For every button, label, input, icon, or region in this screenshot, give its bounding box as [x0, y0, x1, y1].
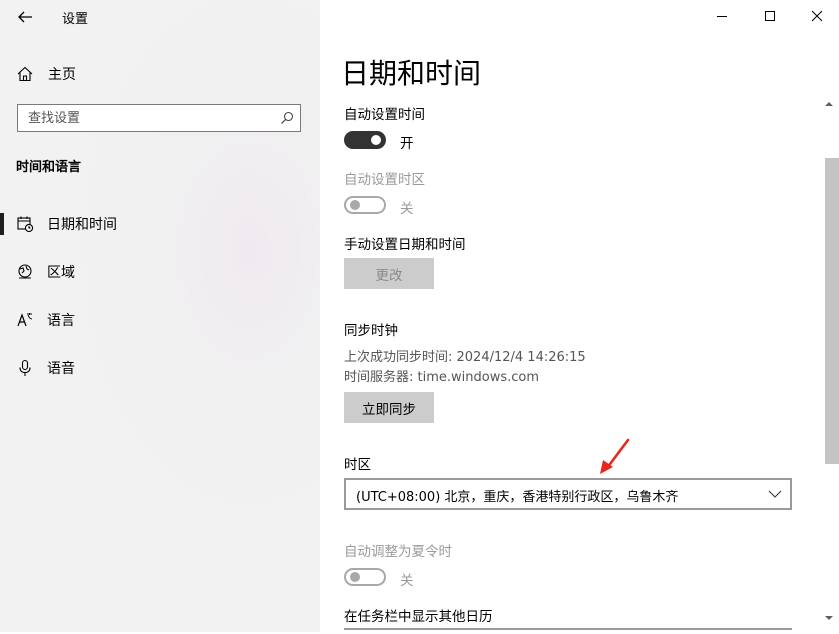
timezone-label: 时区 [344, 457, 371, 473]
extra-calendar-dropdown[interactable] [344, 628, 792, 634]
app-title: 设置 [62, 12, 89, 27]
sidebar: 设置 主页 时间和语言 日期和时间 区域 [0, 0, 320, 632]
time-server-text: 时间服务器: time.windows.com [344, 370, 540, 385]
dst-state: 关 [400, 573, 414, 589]
sidebar-item-label: 区域 [47, 265, 75, 281]
auto-time-label: 自动设置时间 [344, 107, 425, 123]
search-icon[interactable] [280, 111, 294, 125]
main-content: 日期和时间 自动设置时间 开 自动设置时区 关 手动设置日期和时间 更改 同步时… [320, 0, 839, 632]
home-label: 主页 [48, 67, 76, 83]
sync-label: 同步时钟 [344, 323, 398, 339]
toggle-knob [371, 135, 381, 145]
dst-label: 自动调整为夏令时 [344, 544, 452, 560]
search-box[interactable] [17, 104, 301, 132]
auto-timezone-toggle[interactable] [344, 196, 386, 214]
scroll-up-arrow-icon[interactable] [823, 98, 835, 110]
timezone-value: (UTC+08:00) 北京，重庆，香港特别行政区，乌鲁木齐 [356, 490, 679, 505]
globe-icon [18, 264, 32, 279]
dst-toggle[interactable] [344, 568, 386, 586]
sidebar-item-speech[interactable]: 语音 [0, 355, 320, 381]
home-nav-item[interactable]: 主页 [16, 63, 76, 85]
auto-timezone-label: 自动设置时区 [344, 172, 425, 188]
annotation-arrow-icon [600, 438, 630, 474]
chevron-down-icon [768, 490, 782, 498]
section-title: 时间和语言 [16, 160, 82, 175]
search-input[interactable] [28, 109, 268, 127]
sidebar-item-date-time[interactable]: 日期和时间 [0, 211, 320, 237]
manual-time-label: 手动设置日期和时间 [344, 237, 466, 253]
back-arrow-icon [18, 11, 32, 23]
sync-now-button[interactable]: 立即同步 [344, 392, 434, 423]
sidebar-item-region[interactable]: 区域 [0, 259, 320, 285]
auto-timezone-state: 关 [400, 201, 414, 217]
microphone-icon [19, 359, 31, 376]
page-title: 日期和时间 [341, 57, 482, 90]
active-indicator [0, 213, 4, 235]
extra-calendar-label: 在任务栏中显示其他日历 [344, 609, 493, 625]
toggle-knob [350, 572, 360, 582]
sidebar-item-label: 语音 [47, 361, 75, 377]
back-button[interactable] [14, 6, 36, 28]
last-sync-text: 上次成功同步时间: 2024/12/4 14:26:15 [344, 350, 586, 365]
change-button[interactable]: 更改 [344, 258, 434, 289]
sidebar-item-language[interactable]: 语言 [0, 307, 320, 333]
sidebar-item-label: 语言 [47, 313, 75, 329]
auto-time-toggle[interactable] [344, 131, 386, 149]
scroll-down-arrow-icon[interactable] [823, 612, 835, 624]
home-icon [17, 66, 33, 82]
sidebar-item-label: 日期和时间 [47, 217, 117, 233]
calendar-clock-icon [17, 216, 34, 233]
timezone-dropdown[interactable]: (UTC+08:00) 北京，重庆，香港特别行政区，乌鲁木齐 [344, 478, 792, 510]
toggle-knob [350, 200, 360, 210]
scrollbar-thumb[interactable] [825, 158, 839, 464]
auto-time-state: 开 [400, 136, 414, 152]
language-icon [17, 313, 33, 327]
